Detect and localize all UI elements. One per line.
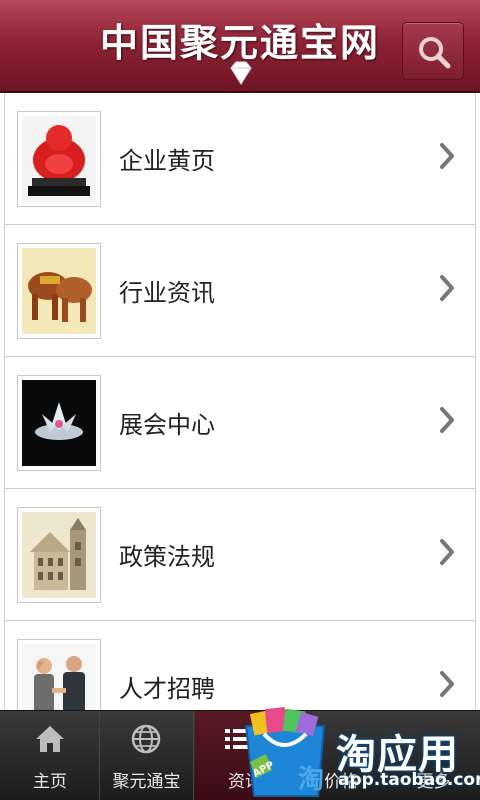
list-item-policies-regulations[interactable]: 政策法规: [5, 489, 475, 621]
chevron-right-icon: [440, 143, 454, 169]
list-item-label: 人才招聘: [119, 675, 215, 703]
list-item-label: 企业黄页: [119, 147, 215, 175]
chevron-right-icon: [440, 671, 454, 697]
list-item-enterprise-directory[interactable]: 企业黄页: [5, 93, 475, 225]
chevron-right-icon: [440, 275, 454, 301]
search-icon: [419, 37, 451, 69]
chevron-right-icon: [440, 539, 454, 565]
carved-elephants-thumbnail: [17, 243, 101, 339]
building-sketch-thumbnail: [17, 507, 101, 603]
tab-label: 主页: [33, 772, 67, 792]
watermark-url: app.taobao.com: [338, 770, 480, 790]
list-item-label: 行业资讯: [119, 279, 215, 307]
chevron-right-icon: [440, 407, 454, 433]
home-icon: [36, 726, 64, 752]
list-item-label: 政策法规: [119, 543, 215, 571]
list-item-industry-news[interactable]: 行业资讯: [5, 225, 475, 357]
globe-icon: [131, 724, 161, 754]
list-item-recruitment[interactable]: 人才招聘: [5, 621, 475, 710]
category-list: 企业黄页 行业资讯 展会中心 政策法规 人才招聘: [4, 93, 476, 710]
app-header: 中国聚元通宝网: [0, 0, 480, 93]
diamond-icon: [230, 61, 252, 85]
buddha-statue-thumbnail: [17, 111, 101, 207]
handshake-people-thumbnail: [17, 639, 101, 710]
tab-juyuan-tongbao[interactable]: 聚元通宝: [100, 711, 193, 800]
list-item-label: 展会中心: [119, 411, 215, 439]
crystal-lotus-thumbnail: [17, 375, 101, 471]
svg-text:淘: 淘: [298, 765, 324, 795]
tab-label: 聚元通宝: [112, 772, 181, 792]
search-button[interactable]: [402, 22, 464, 80]
tab-home[interactable]: 主页: [0, 711, 100, 800]
list-item-exhibition-center[interactable]: 展会中心: [5, 357, 475, 489]
